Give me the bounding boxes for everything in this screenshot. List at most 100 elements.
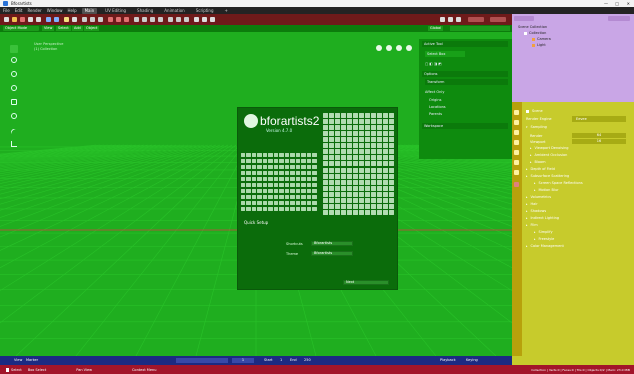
viewport-samples-field[interactable]: 16 (572, 139, 626, 144)
end-frame-value[interactable]: 250 (304, 358, 311, 362)
playback-menu[interactable]: Playback (440, 358, 456, 362)
menu-file[interactable]: File (3, 8, 10, 13)
cursor-tool-icon[interactable] (11, 57, 17, 63)
sampling-panel-header[interactable]: ▾ Sampling (526, 124, 547, 130)
annotate-tool-icon[interactable] (9, 127, 19, 137)
keyframe-delete-icon[interactable] (124, 17, 129, 22)
menu-render[interactable]: Render (27, 8, 41, 13)
light-icon[interactable] (150, 17, 155, 22)
panel-indirect-lighting[interactable]: ▸ Indirect Lighting (526, 215, 559, 221)
collection-tab-icon[interactable] (514, 170, 519, 175)
maximize-button[interactable]: □ (615, 1, 619, 6)
tab-animation[interactable]: Animation (161, 8, 187, 14)
panel-hair[interactable]: ▸ Hair (526, 201, 538, 207)
measure-tool-icon[interactable] (11, 141, 17, 147)
panel-ambient-occlusion[interactable]: ▸ Ambient Occlusion (530, 152, 567, 158)
texture-tab-icon[interactable] (514, 182, 519, 187)
scale-tool-icon[interactable] (11, 99, 17, 105)
view-layer-tab-icon[interactable] (514, 140, 519, 145)
panel-simplify[interactable]: ▸ Simplify (534, 229, 553, 235)
camera-icon[interactable] (158, 17, 163, 22)
record-icon[interactable] (108, 17, 113, 22)
layout-icon[interactable] (448, 17, 453, 22)
panel-film[interactable]: ▸ Film (526, 222, 538, 228)
screen-icon[interactable] (440, 17, 445, 22)
rotate-tool-icon[interactable] (11, 85, 17, 91)
select-tool-icon[interactable] (10, 45, 18, 53)
render-icon[interactable] (64, 17, 69, 22)
panel-color-management[interactable]: ▸ Color Management (526, 243, 564, 249)
view-layer-selector[interactable] (490, 17, 506, 22)
mirror-icon[interactable] (90, 17, 95, 22)
snap-icon[interactable] (72, 17, 77, 22)
menu-object[interactable]: Object (84, 26, 100, 31)
theme-dropdown[interactable]: Bforartists (311, 251, 353, 256)
start-frame-value[interactable]: 1 (280, 358, 282, 362)
viewport-denoising-row[interactable]: ▸ Viewport Denoising (530, 145, 569, 151)
3d-viewport[interactable]: Object Mode View Select Add Object Globa… (0, 25, 512, 356)
scene-tab-icon[interactable] (514, 150, 519, 155)
transform-tool-icon[interactable] (11, 113, 17, 119)
modifier-icon[interactable] (168, 17, 173, 22)
camera-view-icon[interactable] (396, 45, 402, 51)
mode-selector[interactable]: Object Mode (3, 26, 39, 31)
panel-screen-space-reflections[interactable]: ▸ Screen Space Reflections (534, 180, 583, 186)
minimize-button[interactable]: — (604, 1, 608, 6)
shortcuts-dropdown[interactable]: Bforartists (311, 241, 353, 246)
constraint-icon[interactable] (176, 17, 181, 22)
new-file-icon[interactable] (4, 17, 9, 22)
settings-icon[interactable] (210, 17, 215, 22)
panel-freestyle[interactable]: ▸ Freestyle (534, 236, 554, 242)
add-workspace-button[interactable]: + (222, 8, 231, 14)
menu-select[interactable]: Select (56, 26, 71, 31)
active-tool-header[interactable]: Active Tool (422, 41, 508, 47)
panel-depth-of-field[interactable]: ▸ Depth of Field (526, 166, 555, 172)
parents-checkbox[interactable]: Parents (429, 111, 442, 117)
tab-main[interactable]: Main (81, 7, 98, 14)
tool-tab-icon[interactable] (514, 110, 519, 115)
select-box-button[interactable]: Select Box (425, 51, 465, 57)
world-tab-icon[interactable] (514, 160, 519, 165)
keying-menu[interactable]: Keying (466, 358, 478, 362)
workspace-header[interactable]: Workspace (422, 123, 508, 129)
render-tab-icon[interactable] (514, 120, 519, 125)
physics-icon[interactable] (184, 17, 189, 22)
fullscreen-icon[interactable] (456, 17, 461, 22)
redo-icon[interactable] (36, 17, 41, 22)
light-row[interactable]: Light (532, 42, 546, 48)
timeline-view-menu[interactable]: View (14, 358, 22, 362)
keyframe-icon[interactable] (116, 17, 121, 22)
mesh-icon[interactable] (142, 17, 147, 22)
orientation-selector[interactable]: Global (428, 26, 444, 31)
render-engine-dropdown[interactable]: Eevee (572, 116, 626, 122)
panel-shadows[interactable]: ▸ Shadows (526, 208, 546, 214)
link-icon[interactable] (194, 17, 199, 22)
render-samples-field[interactable]: 64 (572, 133, 626, 138)
close-button[interactable]: ✕ (627, 1, 630, 6)
tab-shading[interactable]: Shading (134, 8, 156, 14)
panel-volumetrics[interactable]: ▸ Volumetrics (526, 194, 551, 200)
pivot-icon[interactable] (98, 17, 103, 22)
viewport-shading-controls[interactable] (450, 26, 510, 31)
locations-checkbox[interactable]: Locations (429, 104, 446, 110)
menu-edit[interactable]: Edit (15, 8, 23, 13)
tab-scripting[interactable]: Scripting (193, 8, 217, 14)
import-icon[interactable] (46, 17, 51, 22)
menu-add[interactable]: Add (72, 26, 83, 31)
timeline-marker-menu[interactable]: Marker (26, 358, 38, 362)
output-tab-icon[interactable] (514, 130, 519, 135)
next-button[interactable]: Next (343, 280, 389, 285)
save-icon[interactable] (20, 17, 25, 22)
origins-checkbox[interactable]: Origins (429, 97, 441, 103)
current-frame-field[interactable]: 1 (232, 358, 254, 363)
perspective-toggle-icon[interactable] (406, 45, 412, 51)
transform-icon[interactable] (82, 17, 87, 22)
export-icon[interactable] (54, 17, 59, 22)
zoom-icon[interactable] (376, 45, 382, 51)
object-icon[interactable] (134, 17, 139, 22)
append-icon[interactable] (202, 17, 207, 22)
outliner-display-mode[interactable] (514, 16, 534, 21)
menu-view[interactable]: View (42, 26, 55, 31)
scene-selector[interactable] (468, 17, 484, 22)
open-folder-icon[interactable] (12, 17, 17, 22)
